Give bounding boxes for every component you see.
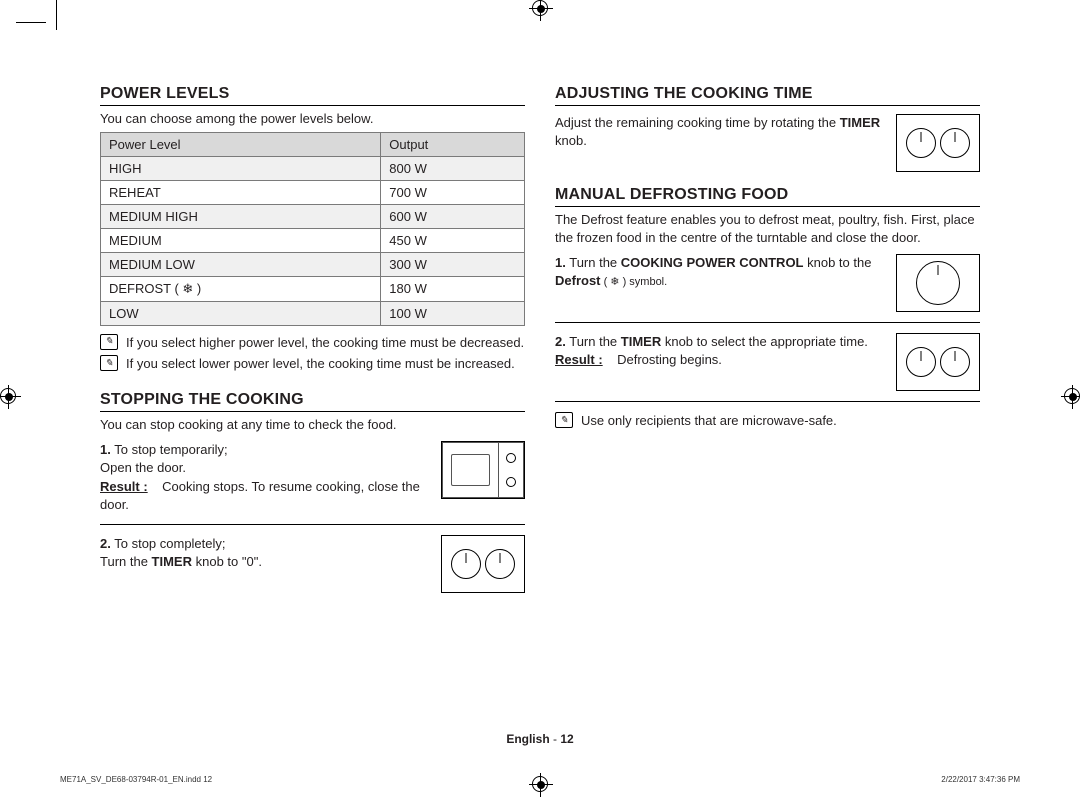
power-intro: You can choose among the power levels be…: [100, 110, 525, 128]
note-icon: ✎: [100, 334, 118, 350]
doc-id: ME71A_SV_DE68-03794R-01_EN.indd 12: [60, 775, 212, 784]
stop-intro: You can stop cooking at any time to chec…: [100, 416, 525, 434]
page-content: POWER LEVELS You can choose among the po…: [100, 85, 980, 593]
heading-stopping: STOPPING THE COOKING: [100, 391, 525, 412]
note-icon: ✎: [100, 355, 118, 371]
step-2: 2. To stop completely; Turn the TIMER kn…: [100, 535, 525, 593]
defrost-step-2: 2. Turn the TIMER knob to select the app…: [555, 333, 980, 391]
th-level: Power Level: [101, 132, 381, 156]
doc-timestamp: 2/22/2017 3:47:36 PM: [941, 775, 1020, 784]
left-column: POWER LEVELS You can choose among the po…: [100, 85, 525, 593]
power-level-table: Power Level Output HIGH800 W REHEAT700 W…: [100, 132, 525, 326]
timer-panel-illustration: [441, 535, 525, 593]
adjust-step: Adjust the remaining cooking time by rot…: [555, 114, 980, 172]
note-icon: ✎: [555, 412, 573, 428]
defrost-intro: The Defrost feature enables you to defro…: [555, 211, 980, 246]
heading-power-levels: POWER LEVELS: [100, 85, 525, 106]
note: ✎ If you select lower power level, the c…: [100, 355, 525, 373]
table-row: LOW100 W: [101, 301, 525, 325]
table-row: MEDIUM LOW300 W: [101, 252, 525, 276]
microwave-illustration: [441, 441, 525, 499]
note: ✎ If you select higher power level, the …: [100, 334, 525, 352]
timer-panel-illustration: [896, 333, 980, 391]
page-footer: English - 12: [0, 732, 1080, 746]
step-1: 1. To stop temporarily; Open the door. R…: [100, 441, 525, 514]
timer-panel-illustration: [896, 114, 980, 172]
table-row: MEDIUM HIGH600 W: [101, 204, 525, 228]
note: ✎ Use only recipients that are microwave…: [555, 412, 980, 430]
defrost-step-1: 1. Turn the COOKING POWER CONTROL knob t…: [555, 254, 980, 312]
power-knob-illustration: [896, 254, 980, 312]
table-row: HIGH800 W: [101, 156, 525, 180]
heading-defrost: MANUAL DEFROSTING FOOD: [555, 186, 980, 207]
table-row: REHEAT700 W: [101, 180, 525, 204]
right-column: ADJUSTING THE COOKING TIME Adjust the re…: [555, 85, 980, 593]
table-row: DEFROST ( ❄ )180 W: [101, 276, 525, 301]
th-output: Output: [381, 132, 525, 156]
heading-adjusting: ADJUSTING THE COOKING TIME: [555, 85, 980, 106]
table-row: MEDIUM450 W: [101, 228, 525, 252]
